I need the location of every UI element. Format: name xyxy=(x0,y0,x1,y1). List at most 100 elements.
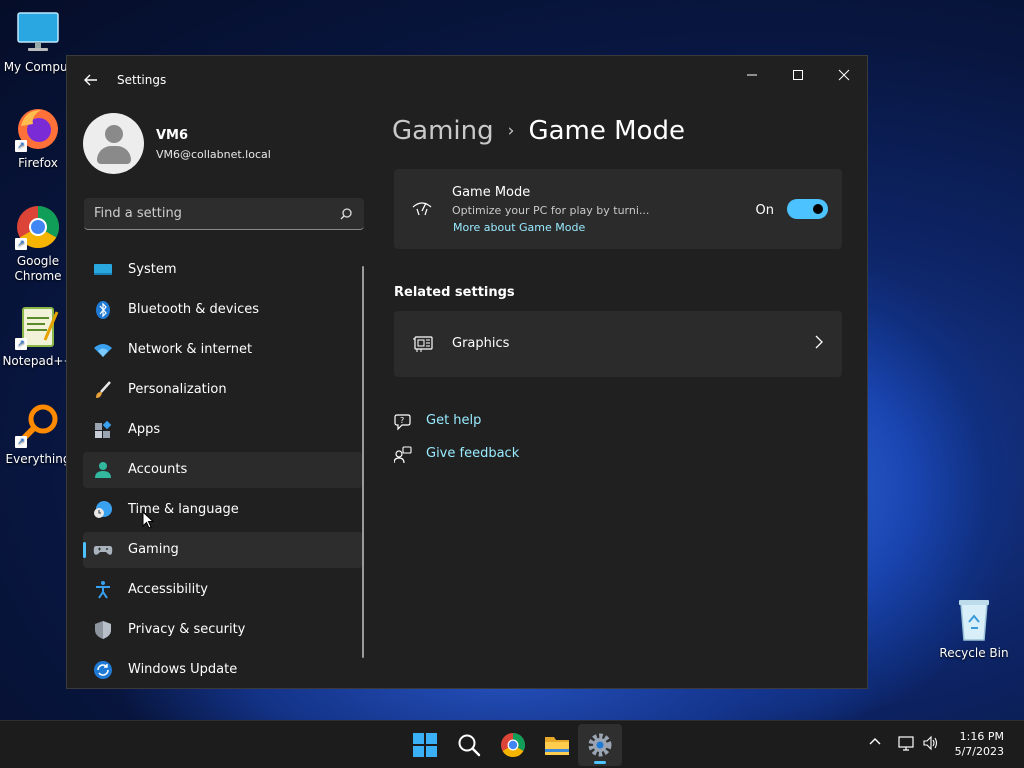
toggle-knob xyxy=(813,204,823,214)
volume-tray-button[interactable] xyxy=(922,735,940,755)
wifi-icon xyxy=(93,340,113,360)
help-chat-icon: ? xyxy=(394,413,412,431)
shortcut-arrow-icon: ↗ xyxy=(15,436,27,448)
sidebar-item-accounts[interactable]: Accounts xyxy=(83,452,363,488)
folder-icon xyxy=(545,737,569,755)
search-icon xyxy=(338,206,354,222)
mouse-cursor-icon xyxy=(142,510,155,529)
maximize-button[interactable] xyxy=(775,62,821,92)
give-feedback-link[interactable]: Give feedback xyxy=(393,444,534,466)
graphics-card[interactable]: Graphics xyxy=(394,311,842,377)
settings-window: Settings VM6 VM6@collabnet.local Find a … xyxy=(66,55,868,689)
show-hidden-icons-button[interactable] xyxy=(868,735,882,753)
more-about-game-mode-link[interactable]: More about Game Mode xyxy=(453,221,585,234)
back-button[interactable] xyxy=(79,68,103,92)
close-icon xyxy=(838,69,850,81)
sidebar-item-network[interactable]: Network & internet xyxy=(83,332,363,368)
taskbar-settings[interactable] xyxy=(578,724,622,766)
user-email: VM6@collabnet.local xyxy=(156,148,271,161)
desktop-icon-firefox[interactable]: ↗ Firefox xyxy=(0,106,76,171)
game-mode-toggle[interactable] xyxy=(787,199,828,219)
minimize-button[interactable] xyxy=(729,62,775,92)
brush-icon xyxy=(93,380,113,400)
accounts-icon xyxy=(93,460,113,480)
minimize-icon xyxy=(747,74,757,76)
sidebar-item-label: Windows Update xyxy=(128,662,238,677)
breadcrumb-chevron-icon: › xyxy=(507,121,515,141)
desktop-icon-my-computer[interactable]: My Comput xyxy=(0,10,76,75)
maximize-icon xyxy=(793,70,803,80)
accessibility-icon xyxy=(93,580,113,600)
graphics-card-icon xyxy=(412,335,434,353)
shortcut-arrow-icon: ↗ xyxy=(15,338,27,350)
game-mode-icon xyxy=(411,197,433,219)
breadcrumb: Gaming › Game Mode xyxy=(392,116,685,146)
system-icon xyxy=(93,260,113,280)
globe-clock-icon xyxy=(93,500,113,520)
game-mode-card: Game Mode Optimize your PC for play by t… xyxy=(394,169,842,249)
clock-time: 1:16 PM xyxy=(959,730,1004,743)
desktop-icon-everything[interactable]: ↗ Everything xyxy=(0,402,76,467)
sidebar-item-bluetooth[interactable]: Bluetooth & devices xyxy=(83,292,363,328)
sidebar-item-label: Apps xyxy=(128,422,161,437)
update-icon xyxy=(93,660,113,680)
windows-logo-icon xyxy=(413,733,437,757)
desktop-icon-label: Firefox xyxy=(18,156,58,170)
get-help-label: Get help xyxy=(426,413,482,428)
sidebar-item-accessibility[interactable]: Accessibility xyxy=(83,572,363,608)
feedback-icon xyxy=(393,446,412,464)
shield-icon xyxy=(93,620,113,640)
desktop-icon-recycle-bin[interactable]: Recycle Bin xyxy=(936,596,1012,661)
svg-text:?: ? xyxy=(400,416,404,425)
network-tray-button[interactable] xyxy=(898,735,916,755)
sidebar-item-time-language[interactable]: Time & language xyxy=(83,492,363,528)
chrome-icon: ↗ xyxy=(15,204,61,250)
desktop-icon-notepadpp[interactable]: ↗ Notepad++ xyxy=(0,304,76,369)
sidebar-nav: System Bluetooth & devices Network & int… xyxy=(83,252,363,692)
notepadpp-icon: ↗ xyxy=(15,304,61,350)
desktop-icon-label: Recycle Bin xyxy=(939,646,1009,660)
sidebar-item-system[interactable]: System xyxy=(83,252,363,288)
everything-icon: ↗ xyxy=(15,402,61,448)
page-title: Game Mode xyxy=(528,116,685,146)
volume-icon xyxy=(923,735,938,751)
taskbar-search-button[interactable] xyxy=(455,731,483,759)
desktop-icon-label: My Comput xyxy=(3,60,73,74)
clock[interactable]: 1:16 PM 5/7/2023 xyxy=(955,729,1004,759)
sidebar-scrollbar[interactable] xyxy=(362,266,364,658)
gear-icon xyxy=(588,733,612,757)
avatar xyxy=(83,113,144,174)
shortcut-arrow-icon: ↗ xyxy=(15,140,27,152)
graphics-label: Graphics xyxy=(452,336,510,351)
title-bar[interactable]: Settings xyxy=(67,56,867,104)
search-input[interactable]: Find a setting xyxy=(84,198,364,230)
game-mode-title: Game Mode xyxy=(452,185,531,200)
running-indicator xyxy=(594,761,606,764)
desktop-icon-label: Notepad++ xyxy=(2,354,74,368)
window-title: Settings xyxy=(117,73,167,87)
game-mode-description: Optimize your PC for play by turni... xyxy=(452,204,650,217)
taskbar-chrome[interactable] xyxy=(499,731,527,759)
chevron-right-icon xyxy=(814,335,824,353)
start-button[interactable] xyxy=(411,731,439,759)
sidebar-item-personalization[interactable]: Personalization xyxy=(83,372,363,408)
desktop-icon-label: Everything xyxy=(5,452,71,466)
search-placeholder: Find a setting xyxy=(94,206,182,221)
apps-icon xyxy=(93,420,113,440)
clock-date: 5/7/2023 xyxy=(954,745,1004,758)
sidebar-item-windows-update[interactable]: Windows Update xyxy=(83,652,363,688)
desktop-icon-chrome[interactable]: ↗ Google Chrome xyxy=(0,204,76,284)
user-profile[interactable]: VM6 VM6@collabnet.local xyxy=(83,113,363,175)
sidebar-item-privacy[interactable]: Privacy & security xyxy=(83,612,363,648)
taskbar-file-explorer[interactable] xyxy=(543,731,571,759)
sidebar-item-apps[interactable]: Apps xyxy=(83,412,363,448)
close-button[interactable] xyxy=(821,62,867,92)
desktop-icon-label: Google Chrome xyxy=(14,254,62,283)
get-help-link[interactable]: ? Get help xyxy=(394,411,514,433)
breadcrumb-parent-gaming[interactable]: Gaming xyxy=(392,116,494,146)
monitor-icon xyxy=(15,10,61,56)
give-feedback-label: Give feedback xyxy=(426,446,520,461)
sidebar-item-label: Gaming xyxy=(128,542,179,557)
recycle-bin-icon xyxy=(951,596,997,642)
sidebar-item-gaming[interactable]: Gaming xyxy=(83,532,363,568)
